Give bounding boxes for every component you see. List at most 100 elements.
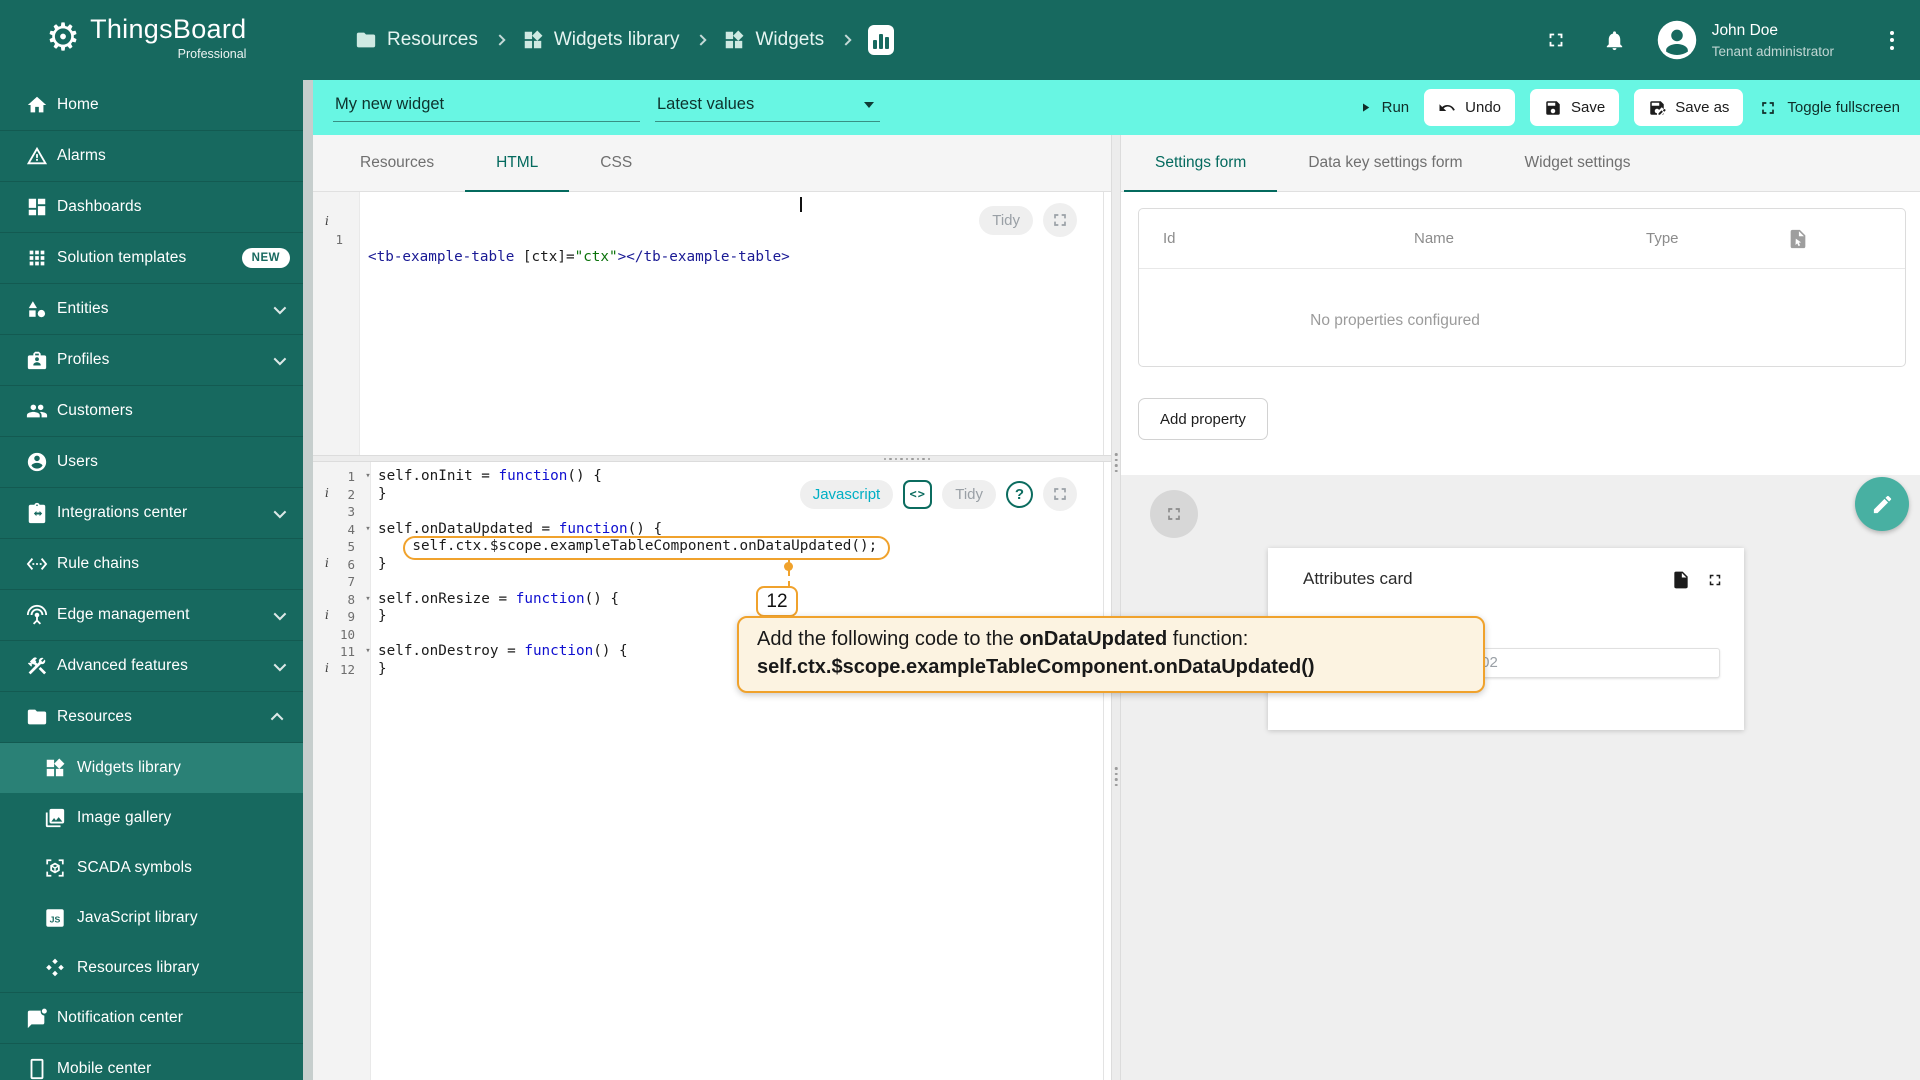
edit-widget-button[interactable] — [1855, 477, 1909, 531]
document-icon[interactable] — [1671, 570, 1691, 590]
undo-icon — [1438, 99, 1456, 117]
undo-button[interactable]: Undo — [1424, 89, 1516, 126]
panel-splitter[interactable] — [1111, 135, 1121, 1080]
sidebar-item-label: Home — [57, 96, 99, 113]
column-header-id: Id — [1163, 230, 1176, 247]
sidebar-item-javascript-library[interactable]: JS JavaScript library — [0, 893, 313, 943]
kebab-menu-icon[interactable] — [1886, 27, 1898, 54]
notifications-bell-icon[interactable] — [1603, 29, 1626, 52]
info-annotation-icon[interactable]: i — [325, 214, 329, 228]
tab-data-key-settings-form[interactable]: Data key settings form — [1277, 135, 1493, 191]
column-header-name: Name — [1414, 230, 1455, 247]
sidebar-item-notification-center[interactable]: Notification center — [0, 993, 313, 1044]
tab-resources[interactable]: Resources — [329, 135, 465, 191]
tab-settings-form[interactable]: Settings form — [1124, 135, 1278, 192]
sidebar-item-solution-templates[interactable]: Solution templates NEW — [0, 233, 313, 284]
save-button[interactable]: Save — [1530, 89, 1620, 126]
preview-fullscreen-button[interactable] — [1150, 490, 1198, 538]
widget-name-input[interactable] — [333, 88, 640, 122]
sidebar-item-image-gallery[interactable]: Image gallery — [0, 793, 313, 843]
fold-arrow-icon[interactable]: ▾ — [361, 643, 375, 661]
sidebar-item-widgets-library[interactable]: Widgets library — [0, 743, 313, 793]
sidebar-item-advanced-features[interactable]: Advanced features — [0, 641, 313, 692]
code-text: } — [378, 485, 387, 502]
widgets-icon — [522, 29, 544, 51]
thingsboard-logo[interactable]: ⚙ ThingsBoard Professional — [46, 12, 246, 64]
line-number: 11 — [339, 644, 355, 659]
user-name: John Doe — [1711, 22, 1779, 39]
widget-type-select[interactable]: Latest values — [655, 88, 880, 122]
editor-scroll-edge — [1103, 462, 1104, 1080]
sidebar-item-label: Alarms — [57, 147, 106, 164]
line-number: 1 — [347, 469, 355, 484]
editor-splitter[interactable] — [313, 455, 1111, 462]
sidebar-item-rule-chains[interactable]: Rule chains — [0, 539, 313, 590]
thingsboard-app: ⚙ ThingsBoard Professional Resources Widg… — [0, 0, 1920, 1080]
sidebar-item-customers[interactable]: Customers — [0, 386, 313, 437]
toggle-fullscreen-button[interactable]: Toggle fullscreen — [1758, 98, 1900, 118]
js-code-line-8[interactable]: 8 ▾ self.onResize = function() { — [313, 591, 1111, 609]
line-number: 9 — [347, 609, 355, 624]
fold-arrow-icon[interactable]: ▾ — [361, 521, 375, 539]
run-button[interactable]: Run — [1358, 99, 1409, 116]
fullscreen-icon[interactable] — [1706, 571, 1724, 589]
play-icon — [1358, 100, 1373, 115]
sidebar-item-home[interactable]: Home — [0, 80, 313, 131]
editor-fullscreen-button[interactable] — [1043, 477, 1077, 511]
tab-html[interactable]: HTML — [465, 135, 570, 192]
profiles-icon — [26, 349, 48, 371]
sidebar-item-mobile-center[interactable]: Mobile center — [0, 1044, 313, 1080]
chevron-right-icon — [494, 34, 506, 46]
sidebar-item-edge-management[interactable]: Edge management — [0, 590, 313, 641]
breadcrumb: Resources Widgets library Widgets — [355, 0, 895, 80]
help-icon[interactable]: ? — [1006, 480, 1033, 508]
line-number: 8 — [347, 591, 355, 607]
breadcrumb-item-resources[interactable]: Resources — [355, 29, 478, 51]
integrations-icon — [26, 502, 48, 524]
sidebar-item-alarms[interactable]: Alarms — [0, 131, 313, 182]
editor-tabbar: Resources HTML CSS — [313, 135, 1111, 192]
add-property-button[interactable]: Add property — [1138, 398, 1268, 440]
sidebar-item-label: Profiles — [57, 351, 110, 368]
widgets-icon — [44, 757, 66, 779]
sidebar-item-profiles[interactable]: Profiles — [0, 335, 313, 386]
splitter-handle-icon — [883, 457, 930, 460]
properties-table: Id Name Type No properties configured — [1138, 208, 1906, 367]
breadcrumb-item-widgets[interactable]: Widgets — [723, 29, 824, 51]
sidebar-item-label: Image gallery — [77, 809, 172, 826]
sidebar-item-label: Notification center — [57, 1009, 183, 1026]
editor-fullscreen-button[interactable] — [1043, 203, 1077, 237]
sidebar-item-scada-symbols[interactable]: SCADA symbols — [0, 843, 313, 893]
fold-arrow-icon[interactable]: ▾ — [361, 591, 375, 609]
sidebar-scrollbar[interactable] — [303, 80, 313, 1080]
fold-arrow-icon[interactable]: ▾ — [361, 468, 375, 486]
text-cursor — [800, 197, 802, 212]
save-as-button[interactable]: Save as — [1634, 89, 1744, 126]
sidebar-item-users[interactable]: Users — [0, 437, 313, 488]
tab-css[interactable]: CSS — [569, 135, 663, 191]
user-menu[interactable]: John Doe Tenant administrator — [1712, 21, 1834, 59]
bar-chart-icon[interactable] — [868, 25, 895, 55]
js-code-line-7[interactable]: 7 — [313, 573, 1111, 591]
tab-widget-settings[interactable]: Widget settings — [1494, 135, 1662, 191]
avatar[interactable] — [1656, 19, 1698, 61]
language-badge[interactable]: Javascript — [799, 479, 894, 509]
chevron-down-icon — [273, 505, 287, 518]
tidy-button[interactable]: Tidy — [942, 479, 996, 509]
line-number: 3 — [347, 504, 355, 519]
sidebar-item-integrations-center[interactable]: Integrations center — [0, 488, 313, 539]
fullscreen-icon[interactable] — [1545, 29, 1567, 51]
sidebar-item-entities[interactable]: Entities — [0, 284, 313, 335]
html-editor[interactable]: i 1 <tb-example-table [ctx]="ctx"></tb-e… — [313, 192, 1111, 455]
export-file-icon[interactable] — [1787, 228, 1809, 250]
line-number: 6 — [347, 556, 355, 572]
breadcrumb-item-widgets-library[interactable]: Widgets library — [522, 29, 679, 51]
sidebar-item-resources-library[interactable]: Resources library — [0, 943, 313, 993]
sidebar: Home Alarms Dashboards Solution templates NE… — [0, 80, 313, 1080]
line-number: 10 — [339, 626, 355, 642]
sidebar-item-dashboards[interactable]: Dashboards — [0, 182, 313, 233]
sidebar-item-resources[interactable]: Resources — [0, 692, 313, 743]
code-tag-icon[interactable]: <> — [903, 479, 933, 509]
tidy-button[interactable]: Tidy — [979, 205, 1033, 235]
editor-column: Resources HTML CSS i 1 <tb-example-table [… — [313, 135, 1111, 1080]
